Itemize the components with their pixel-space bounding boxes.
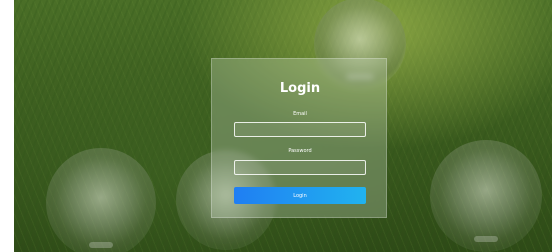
- bulb-socket: [474, 236, 498, 242]
- bulb-socket: [89, 242, 113, 248]
- page-frame: Login Email Password Login: [0, 0, 552, 252]
- email-label: Email: [293, 111, 307, 117]
- light-bulb-left-icon: [46, 148, 156, 252]
- login-title: Login: [279, 81, 321, 96]
- email-field[interactable]: [234, 122, 366, 137]
- login-button[interactable]: Login: [234, 187, 366, 204]
- login-card: Login Email Password Login: [211, 58, 387, 218]
- password-label: Password: [288, 148, 312, 154]
- password-field[interactable]: [234, 160, 366, 175]
